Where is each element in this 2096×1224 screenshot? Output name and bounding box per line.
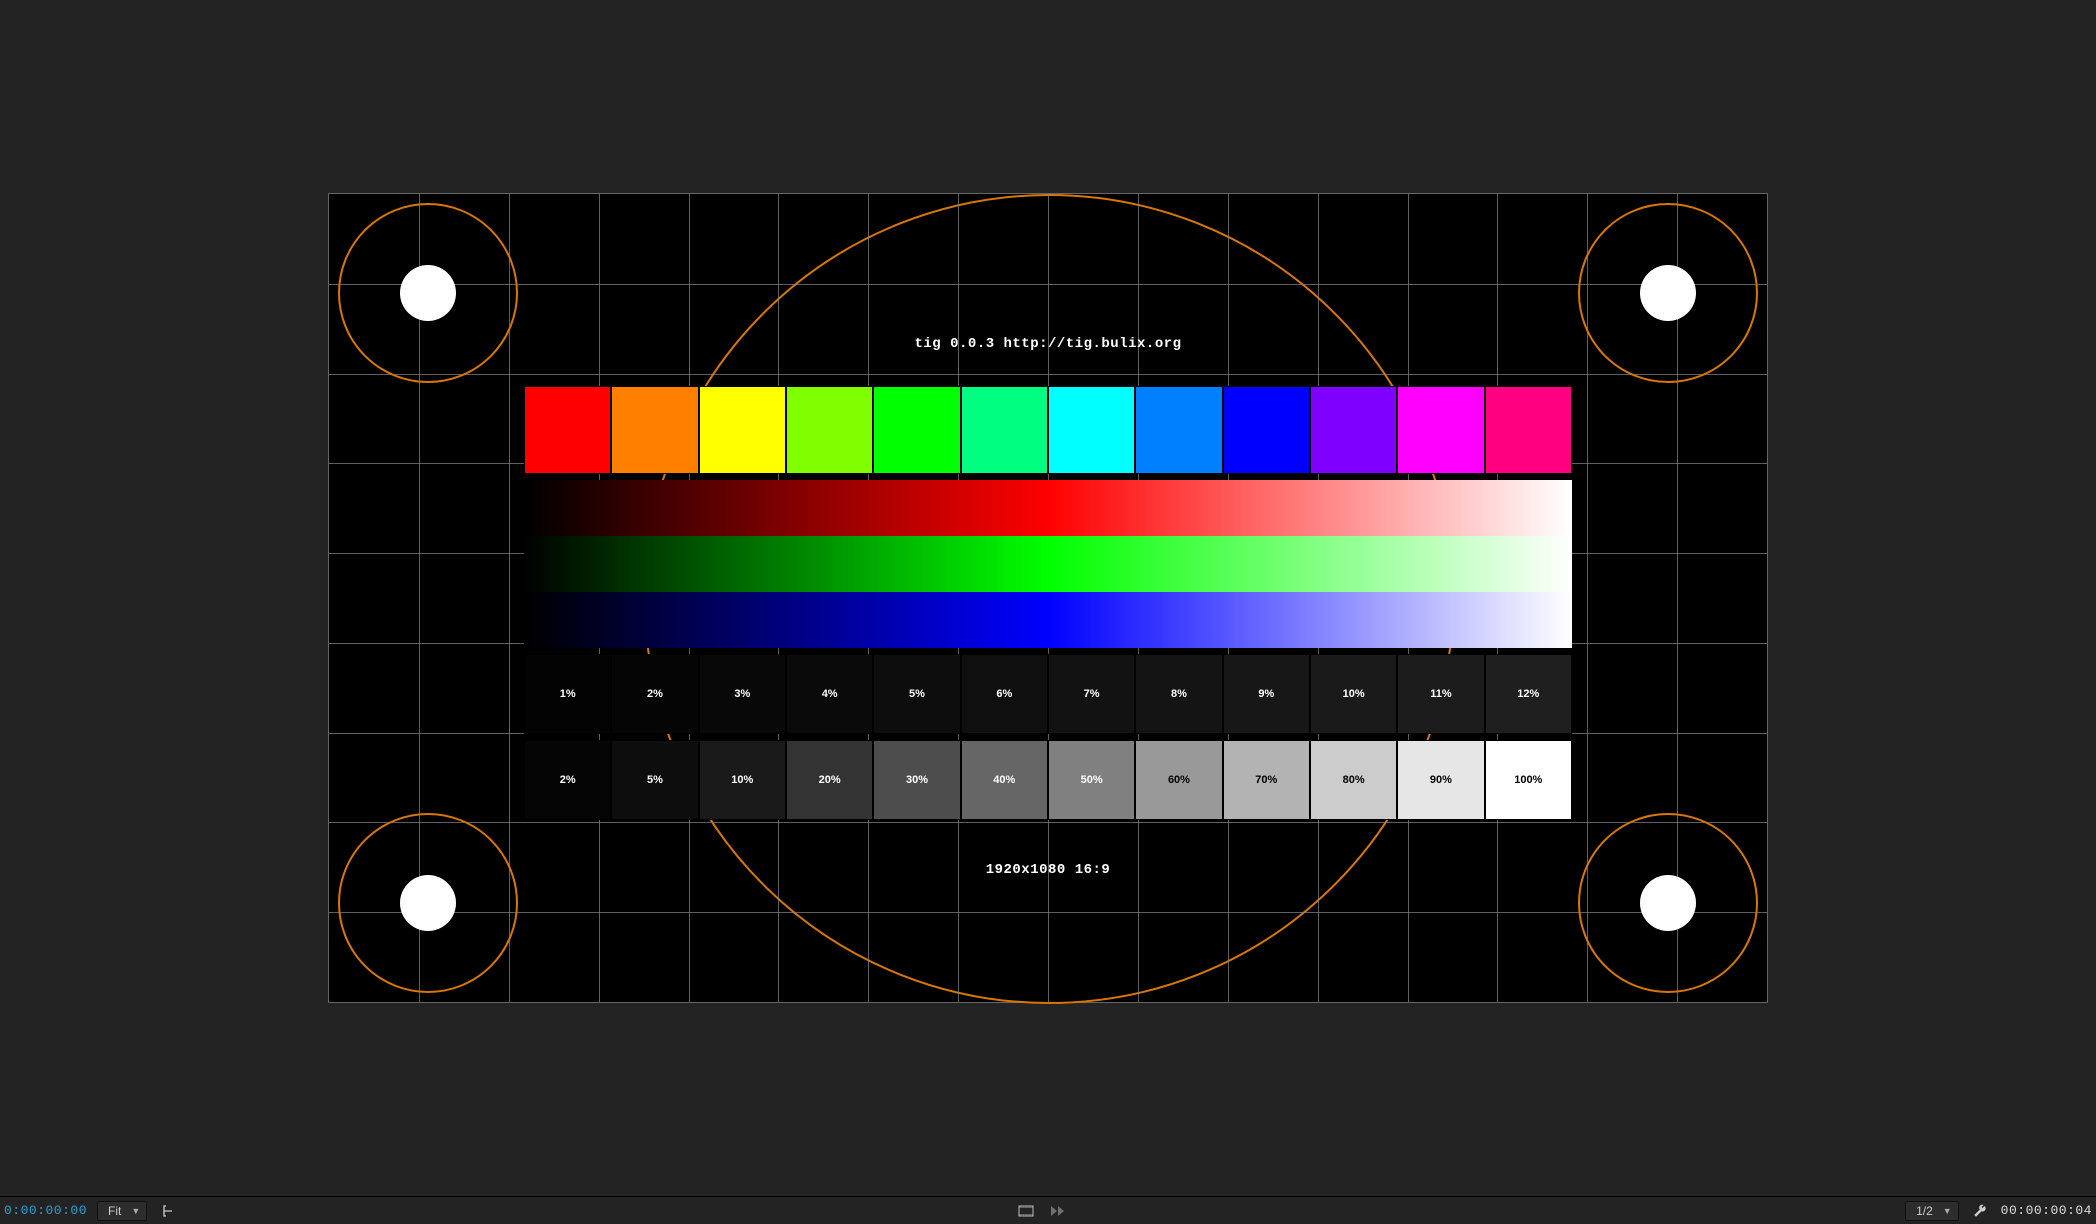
gray-step-cell: 70%: [1223, 740, 1310, 820]
dark-step-cell: 2%: [611, 654, 698, 734]
hue-swatch: [961, 386, 1048, 474]
skip-forward-icon[interactable]: [1047, 1201, 1069, 1221]
hue-swatch-row: [524, 386, 1572, 474]
gray-step-cell: 50%: [1048, 740, 1135, 820]
hue-swatch: [1397, 386, 1484, 474]
gradient-blue: [524, 592, 1572, 648]
dark-step-cell: 11%: [1397, 654, 1484, 734]
resolution-dropdown[interactable]: 1/2 ▼: [1905, 1201, 1959, 1221]
timecode-in[interactable]: 0:00:00:00: [4, 1203, 87, 1218]
hue-swatch: [786, 386, 873, 474]
gray-step-cell: 5%: [611, 740, 698, 820]
gradient-green: [524, 536, 1572, 592]
hue-swatch: [873, 386, 960, 474]
gray-step-cell: 10%: [699, 740, 786, 820]
zoom-dropdown[interactable]: Fit ▼: [97, 1201, 147, 1221]
zoom-dropdown-label: Fit: [108, 1204, 121, 1218]
test-pattern-image: tig 0.0.3 http://tig.bulix.org 1%2%3%4%5…: [328, 193, 1768, 1003]
gray-step-cell: 40%: [961, 740, 1048, 820]
gray-step-cell: 90%: [1397, 740, 1484, 820]
gray-step-row: 2%5%10%20%30%40%50%60%70%80%90%100%: [524, 740, 1572, 820]
hue-swatch: [1223, 386, 1310, 474]
hue-swatch: [524, 386, 611, 474]
preview-viewport[interactable]: tig 0.0.3 http://tig.bulix.org 1%2%3%4%5…: [0, 0, 2096, 1196]
dark-step-cell: 7%: [1048, 654, 1135, 734]
hue-swatch: [611, 386, 698, 474]
chevron-down-icon: ▼: [1943, 1206, 1952, 1216]
hue-swatch: [1485, 386, 1572, 474]
gray-step-cell: 100%: [1485, 740, 1572, 820]
dark-step-cell: 10%: [1310, 654, 1397, 734]
hue-swatch: [1310, 386, 1397, 474]
dark-step-cell: 8%: [1135, 654, 1222, 734]
bracket-in-button[interactable]: [157, 1201, 179, 1221]
pattern-resolution: 1920x1080 16:9: [986, 862, 1111, 878]
gray-step-cell: 80%: [1310, 740, 1397, 820]
hue-swatch: [1048, 386, 1135, 474]
dark-step-cell: 5%: [873, 654, 960, 734]
dark-step-cell: 1%: [524, 654, 611, 734]
filmstrip-icon[interactable]: [1015, 1201, 1037, 1221]
dark-step-cell: 6%: [961, 654, 1048, 734]
viewer-toolbar: 0:00:00:00 Fit ▼ 1/2 ▼ 00:00:00:04: [0, 1196, 2096, 1224]
gray-step-cell: 2%: [524, 740, 611, 820]
dark-step-cell: 9%: [1223, 654, 1310, 734]
dark-step-cell: 12%: [1485, 654, 1572, 734]
dark-step-row: 1%2%3%4%5%6%7%8%9%10%11%12%: [524, 654, 1572, 734]
hue-swatch: [699, 386, 786, 474]
dark-step-cell: 4%: [786, 654, 873, 734]
resolution-dropdown-label: 1/2: [1916, 1204, 1933, 1218]
gray-step-cell: 60%: [1135, 740, 1222, 820]
dark-step-cell: 3%: [699, 654, 786, 734]
gray-step-cell: 20%: [786, 740, 873, 820]
timecode-out[interactable]: 00:00:00:04: [2001, 1203, 2092, 1218]
gradient-red: [524, 480, 1572, 536]
hue-swatch: [1135, 386, 1222, 474]
chevron-down-icon: ▼: [131, 1206, 140, 1216]
pattern-title: tig 0.0.3 http://tig.bulix.org: [914, 336, 1181, 352]
wrench-icon[interactable]: [1969, 1201, 1991, 1221]
gray-step-cell: 30%: [873, 740, 960, 820]
